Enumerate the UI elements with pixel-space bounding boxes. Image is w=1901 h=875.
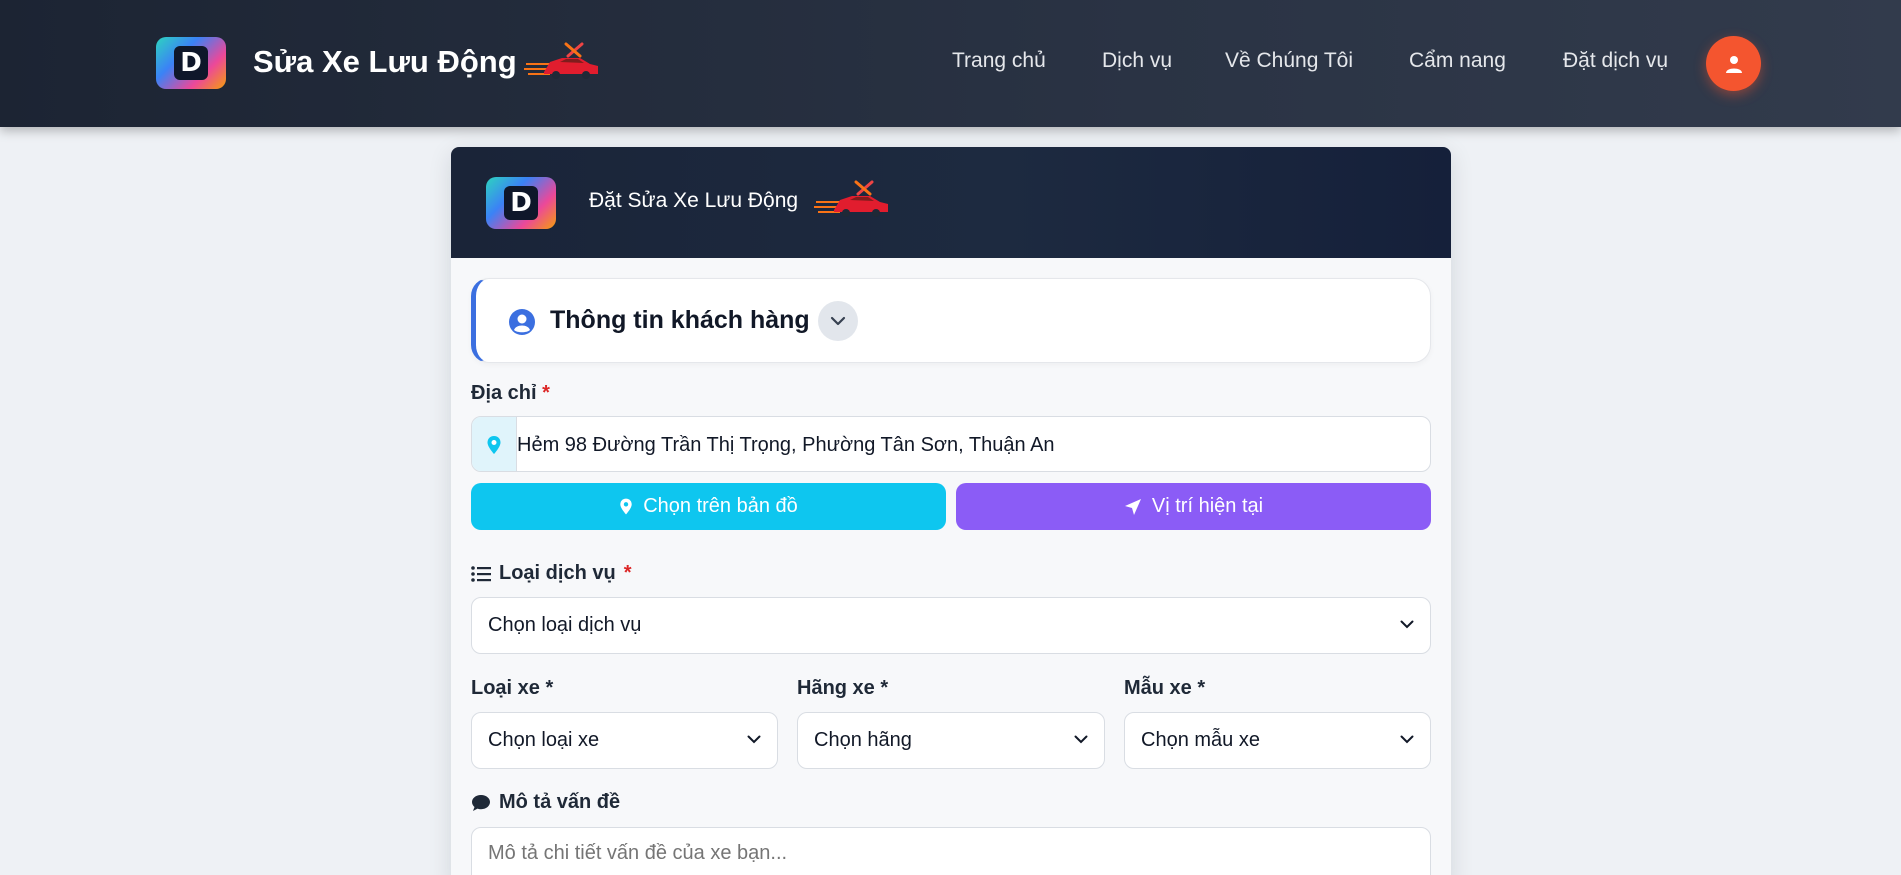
vehicle-model-label: Mẫu xe * xyxy=(1124,677,1206,699)
card-title: Đặt Sửa Xe Lưu Động xyxy=(589,189,799,212)
chevron-down-icon xyxy=(1400,735,1414,744)
address-field xyxy=(471,416,1431,472)
nav-link-about[interactable]: Về Chúng Tôi xyxy=(1225,49,1353,73)
list-icon xyxy=(471,565,491,582)
section-title: Thông tin khách hàng xyxy=(550,306,810,334)
service-type-value: Chọn loại dịch vụ xyxy=(488,614,642,636)
nav-link-home[interactable]: Trang chủ xyxy=(952,49,1046,73)
choose-on-map-button[interactable]: Chọn trên bản đồ xyxy=(471,483,946,530)
map-pin-icon xyxy=(487,436,501,454)
nav-link-services[interactable]: Dịch vụ xyxy=(1102,49,1172,73)
current-location-label: Vị trí hiện tại xyxy=(1151,495,1264,517)
booking-card: D Đặt Sửa Xe Lưu Động Thông tin khách hà… xyxy=(451,147,1451,875)
vehicle-model-select[interactable]: Chọn mẫu xe xyxy=(1124,712,1431,769)
choose-on-map-label: Chọn trên bản đồ xyxy=(643,495,798,517)
top-navbar: D Sửa Xe Lưu Động Trang chủ Dịch vụ Về C… xyxy=(0,0,1901,127)
chevron-down-icon xyxy=(830,316,846,326)
address-icon-box xyxy=(472,417,517,471)
user-circle-icon xyxy=(509,309,535,335)
chevron-down-icon xyxy=(1074,735,1088,744)
current-location-button[interactable]: Vị trí hiện tại xyxy=(956,483,1431,530)
vehicle-brand-value: Chọn hãng xyxy=(814,729,912,751)
chevron-down-icon xyxy=(747,735,761,744)
address-input[interactable] xyxy=(517,417,1430,471)
user-account-button[interactable] xyxy=(1706,36,1761,91)
vehicle-type-label: Loại xe * xyxy=(471,677,554,699)
service-type-select[interactable]: Chọn loại dịch vụ xyxy=(471,597,1431,654)
customer-info-section[interactable]: Thông tin khách hàng xyxy=(471,278,1431,363)
brand-title[interactable]: Sửa Xe Lưu Động xyxy=(253,44,517,80)
vehicle-brand-select[interactable]: Chọn hãng xyxy=(797,712,1105,769)
map-pin-icon xyxy=(620,498,632,515)
description-textarea[interactable] xyxy=(471,827,1431,875)
nav-link-book-service[interactable]: Đặt dịch vụ xyxy=(1563,49,1668,73)
description-label: Mô tả vấn đề xyxy=(471,791,620,814)
vehicle-type-select[interactable]: Chọn loại xe xyxy=(471,712,778,769)
card-header: D Đặt Sửa Xe Lưu Động xyxy=(451,147,1451,258)
user-icon xyxy=(1725,55,1742,73)
repair-car-icon xyxy=(524,42,598,79)
repair-car-icon xyxy=(814,180,888,217)
collapse-toggle-button[interactable] xyxy=(818,301,858,341)
comment-icon xyxy=(472,794,490,811)
logo-letter-icon: D xyxy=(174,46,208,80)
location-arrow-icon xyxy=(1124,498,1141,515)
chevron-down-icon xyxy=(1400,620,1414,629)
vehicle-type-value: Chọn loại xe xyxy=(488,729,600,751)
service-type-label: Loại dịch vụ * xyxy=(471,562,631,585)
vehicle-brand-label: Hãng xe * xyxy=(797,677,889,699)
nav-link-handbook[interactable]: Cẩm nang xyxy=(1409,49,1506,73)
address-label: Địa chỉ * xyxy=(471,382,550,404)
vehicle-model-value: Chọn mẫu xe xyxy=(1141,729,1260,751)
brand-logo[interactable]: D xyxy=(156,37,226,89)
card-logo: D xyxy=(486,177,556,229)
logo-letter-icon: D xyxy=(504,186,538,220)
